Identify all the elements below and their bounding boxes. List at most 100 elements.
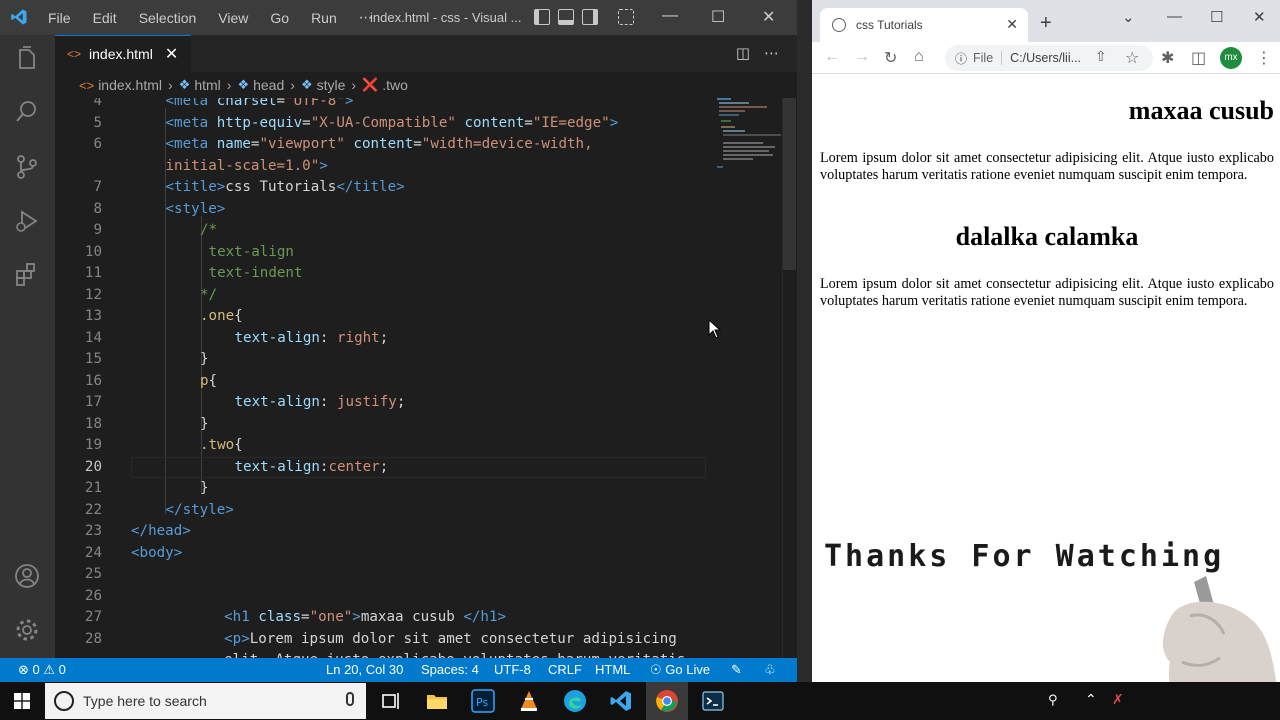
- bookmark-star-icon[interactable]: ☆: [1125, 48, 1139, 68]
- taskbar-search-input[interactable]: Type here to search: [45, 683, 366, 719]
- side-panel-icon[interactable]: ◫: [1191, 48, 1206, 68]
- code-line[interactable]: 9 /*: [55, 220, 797, 242]
- code-line[interactable]: 23 </head>: [55, 521, 797, 543]
- accounts-icon[interactable]: [13, 562, 41, 590]
- split-editor-icon[interactable]: ◫: [736, 44, 750, 62]
- more-actions-icon[interactable]: ⋯: [764, 44, 779, 62]
- profile-avatar[interactable]: mx: [1220, 47, 1242, 69]
- problems-indicator[interactable]: ⊗ 0 ⚠ 0: [18, 662, 66, 678]
- code-line[interactable]: 8 <style>: [55, 199, 797, 221]
- tab-search-chevron-icon[interactable]: ⌄: [1122, 8, 1135, 26]
- maximize-icon[interactable]: ☐: [1210, 8, 1223, 26]
- menu-go[interactable]: Go: [270, 10, 289, 26]
- code-line[interactable]: 4 <meta charset="UTF-8">: [55, 98, 797, 113]
- home-icon[interactable]: ⌂: [914, 48, 924, 66]
- run-debug-icon[interactable]: [13, 207, 41, 235]
- toggle-secondary-sidebar-icon[interactable]: [582, 9, 598, 25]
- terminal-icon[interactable]: [701, 689, 725, 713]
- code-line[interactable]: 22 </style>: [55, 500, 797, 522]
- chrome-taskbar-icon[interactable]: [655, 689, 679, 713]
- minimap[interactable]: [715, 98, 783, 178]
- code-line[interactable]: 15}: [55, 349, 797, 371]
- minimize-icon[interactable]: —: [662, 7, 678, 25]
- new-tab-button[interactable]: +: [1040, 12, 1052, 35]
- show-hidden-icons-chevron-icon[interactable]: ⌃: [1085, 691, 1097, 708]
- maximize-icon[interactable]: ☐: [711, 7, 725, 27]
- menu-run[interactable]: Run: [311, 10, 337, 26]
- settings-gear-icon[interactable]: [13, 616, 41, 644]
- menu-edit[interactable]: Edit: [93, 10, 117, 26]
- browser-tab[interactable]: css Tutorials ✕: [820, 8, 1028, 42]
- source-control-icon[interactable]: [13, 153, 41, 181]
- share-icon[interactable]: ⇧: [1095, 48, 1107, 65]
- search-icon[interactable]: [13, 98, 41, 126]
- code-line[interactable]: 6 <meta name="viewport" content="width=de…: [55, 134, 797, 156]
- eol-setting[interactable]: CRLF: [548, 662, 582, 677]
- explorer-icon[interactable]: [13, 45, 41, 73]
- vscode-taskbar-icon[interactable]: [609, 689, 633, 713]
- code-line[interactable]: 25: [55, 564, 797, 586]
- close-window-icon[interactable]: ✕: [762, 7, 775, 27]
- photoshop-icon[interactable]: Ps: [471, 689, 495, 713]
- code-line[interactable]: 19 .two{: [55, 435, 797, 457]
- cursor-position[interactable]: Ln 20, Col 30: [326, 662, 403, 677]
- code-line[interactable]: 18}: [55, 414, 797, 436]
- chrome-menu-icon[interactable]: ⋮: [1256, 48, 1272, 68]
- code-line[interactable]: 14 text-align: right;: [55, 328, 797, 350]
- code-line[interactable]: elit. Atque iusto explicabo voluptates h…: [55, 650, 797, 658]
- indentation-setting[interactable]: Spaces: 4: [421, 662, 479, 677]
- forward-arrow-icon[interactable]: →: [854, 48, 870, 66]
- language-mode[interactable]: HTML: [595, 662, 630, 677]
- breadcrumb-html[interactable]: ❖ html: [179, 77, 221, 93]
- menu-selection[interactable]: Selection: [139, 10, 197, 26]
- code-line[interactable]: 5 <meta http-equiv="X-UA-Compatible" cont…: [55, 113, 797, 135]
- menu-view[interactable]: View: [218, 10, 248, 26]
- extensions-puzzle-icon[interactable]: ✱: [1161, 48, 1174, 68]
- code-line[interactable]: 26: [55, 586, 797, 608]
- code-line[interactable]: 10 text-align: [55, 242, 797, 264]
- breadcrumb-style[interactable]: ❖ style: [301, 77, 345, 93]
- people-icon[interactable]: ⚲: [1048, 692, 1058, 708]
- minimize-icon[interactable]: —: [1167, 8, 1182, 25]
- customize-layout-icon[interactable]: [618, 9, 634, 25]
- code-editor[interactable]: 4 <meta charset="UTF-8"> 5 <meta http-equiv…: [55, 98, 797, 658]
- code-line[interactable]: 16 p{: [55, 371, 797, 393]
- tab-index-html[interactable]: <> index.html ✕: [55, 35, 191, 72]
- close-tab-icon[interactable]: ✕: [1006, 16, 1018, 33]
- code-line[interactable]: 17 text-align: justify;: [55, 392, 797, 414]
- code-line[interactable]: 28 <p>Lorem ipsum dolor sit amet consecte…: [55, 629, 797, 651]
- vlc-icon[interactable]: [517, 689, 541, 713]
- code-line[interactable]: initial-scale=1.0">: [55, 156, 797, 178]
- toggle-panel-icon[interactable]: [558, 9, 574, 25]
- code-line[interactable]: 11 text-indent: [55, 263, 797, 285]
- breadcrumb-class-two[interactable]: ❌ .two: [362, 77, 408, 93]
- breadcrumb-head[interactable]: ❖ head: [237, 77, 284, 93]
- toggle-sidebar-icon[interactable]: [534, 9, 550, 25]
- notifications-bell-icon[interactable]: ♧: [764, 662, 776, 678]
- menu-file[interactable]: File: [48, 10, 71, 26]
- editor-scrollbar[interactable]: [782, 98, 796, 658]
- back-arrow-icon[interactable]: ←: [824, 48, 840, 66]
- code-line[interactable]: 12 */: [55, 285, 797, 307]
- code-line[interactable]: 24 <body>: [55, 543, 797, 565]
- go-live-button[interactable]: ☉ Go Live: [650, 662, 710, 678]
- encoding-setting[interactable]: UTF-8: [494, 662, 531, 677]
- network-status-icon[interactable]: ✗: [1112, 691, 1124, 708]
- scrollbar-thumb[interactable]: [783, 98, 796, 270]
- close-window-icon[interactable]: ✕: [1253, 8, 1266, 26]
- code-line[interactable]: 20 text-align:center;: [55, 456, 797, 478]
- reload-icon[interactable]: ↻: [884, 48, 897, 68]
- breadcrumb-file[interactable]: <> index.html: [79, 77, 162, 93]
- code-line[interactable]: 13 .one{: [55, 306, 797, 328]
- feedback-icon[interactable]: ✎: [731, 662, 742, 678]
- edge-browser-icon[interactable]: [563, 689, 587, 713]
- code-line[interactable]: 7 <title>css Tutorials</title>: [55, 177, 797, 199]
- extensions-icon[interactable]: [13, 261, 41, 289]
- microphone-icon[interactable]: [346, 692, 354, 706]
- address-bar[interactable]: ⓘ File C:/Users/lii...: [945, 45, 1153, 71]
- code-line[interactable]: 21}: [55, 478, 797, 500]
- close-tab-icon[interactable]: ✕: [165, 44, 178, 64]
- code-line[interactable]: 27 <h1 class="one">maxaa cusub </h1>: [55, 607, 797, 629]
- file-explorer-icon[interactable]: [425, 689, 449, 713]
- task-view-icon[interactable]: [378, 689, 402, 713]
